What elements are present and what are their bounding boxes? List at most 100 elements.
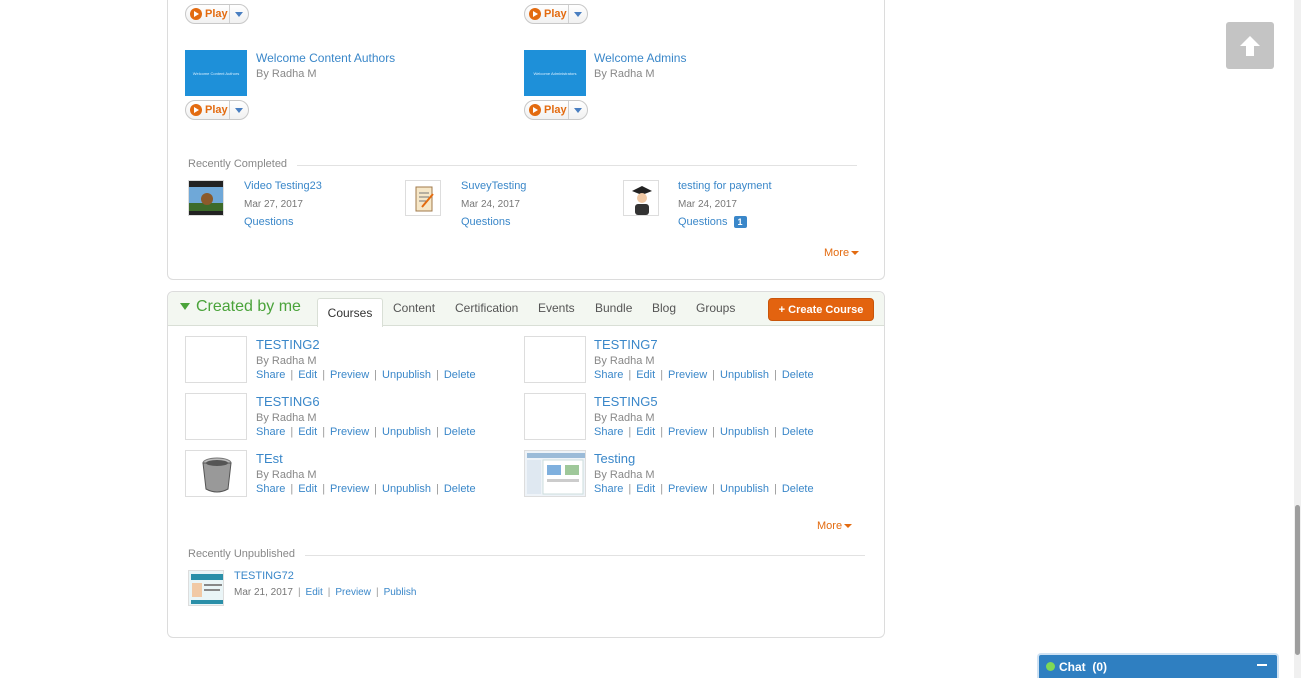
course-thumbnail[interactable] [185,336,247,383]
scrollbar-thumb[interactable] [1295,505,1300,655]
created-by-me-title[interactable]: Created by me [196,298,301,316]
separator: | [297,587,301,598]
unpublish-link[interactable]: Unpublish [382,483,431,495]
play-options-dropdown[interactable] [569,11,587,17]
unpublish-link[interactable]: Unpublish [720,483,769,495]
share-link[interactable]: Share [256,426,285,438]
content-title-link[interactable]: Welcome Admins [594,51,686,65]
course-title-link[interactable]: TESTING7 [594,337,658,352]
edit-link[interactable]: Edit [298,426,317,438]
unpublish-link[interactable]: Unpublish [720,426,769,438]
course-thumbnail[interactable] [524,393,586,440]
tab-events[interactable]: Events [538,301,575,315]
tab-groups[interactable]: Groups [696,301,735,315]
share-link[interactable]: Share [256,369,285,381]
course-actions: Share | Edit | Preview | Unpublish | Delete [594,426,814,438]
separator: | [628,426,632,438]
play-main-button[interactable]: Play [525,101,569,119]
unpublish-link[interactable]: Unpublish [382,369,431,381]
delete-link[interactable]: Delete [782,483,814,495]
create-course-button[interactable]: + Create Course [768,298,874,321]
course-title-link[interactable]: Testing [594,451,635,466]
share-link[interactable]: Share [256,483,285,495]
questions-link[interactable]: Questions [461,216,511,228]
preview-link[interactable]: Preview [668,426,707,438]
separator: | [322,426,326,438]
edit-link[interactable]: Edit [298,483,317,495]
edit-link[interactable]: Edit [306,587,323,598]
preview-link[interactable]: Preview [330,369,369,381]
tab-certification[interactable]: Certification [455,301,518,315]
tab-bundle[interactable]: Bundle [595,301,632,315]
delete-link[interactable]: Delete [444,369,476,381]
course-title-link[interactable]: TESTING6 [256,394,320,409]
course-thumbnail[interactable] [524,336,586,383]
questions-link[interactable]: Questions 1 [678,216,747,228]
share-link[interactable]: Share [594,369,623,381]
unpublish-link[interactable]: Unpublish [382,426,431,438]
unpublished-thumbnail[interactable] [188,570,224,606]
more-link[interactable]: More [817,520,853,532]
more-link[interactable]: More [824,247,860,259]
questions-link[interactable]: Questions [244,216,294,228]
separator: | [660,483,664,495]
play-main-button[interactable]: Play [186,5,230,23]
collapse-toggle-icon[interactable] [180,303,190,310]
course-title-link[interactable]: TESTING2 [256,337,320,352]
preview-link[interactable]: Preview [330,483,369,495]
survey-clipboard-icon [406,181,440,215]
preview-link[interactable]: Preview [668,483,707,495]
content-title-link[interactable]: Welcome Content Authors [256,51,395,65]
video-thumbnail[interactable] [188,180,224,216]
course-thumbnail[interactable] [185,393,247,440]
completed-item-title[interactable]: SuveyTesting [461,180,526,192]
edit-link[interactable]: Edit [636,426,655,438]
scroll-to-top-button[interactable] [1226,22,1274,69]
play-main-button[interactable]: Play [186,101,230,119]
content-thumbnail[interactable]: Welcome Administrators [524,50,586,96]
tab-courses[interactable]: Courses [317,298,383,327]
play-button[interactable]: Play [524,100,588,120]
separator: | [374,483,378,495]
edit-link[interactable]: Edit [636,483,655,495]
delete-link[interactable]: Delete [782,369,814,381]
separator: | [773,426,777,438]
play-button[interactable]: Play [185,100,249,120]
separator: | [375,587,379,598]
play-options-dropdown[interactable] [230,11,248,17]
content-thumbnail[interactable]: Welcome Content Authors [185,50,247,96]
unpublish-link[interactable]: Unpublish [720,369,769,381]
preview-link[interactable]: Preview [330,426,369,438]
chat-bar[interactable]: Chat (0) [1037,653,1279,678]
publish-link[interactable]: Publish [384,587,417,598]
completed-item-title[interactable]: testing for payment [678,180,772,192]
completed-item-title[interactable]: Video Testing23 [244,180,322,192]
course-thumbnail[interactable] [185,450,247,497]
course-thumbnail[interactable] [524,450,586,497]
delete-link[interactable]: Delete [444,483,476,495]
edit-link[interactable]: Edit [636,369,655,381]
survey-thumbnail[interactable] [405,180,441,216]
delete-link[interactable]: Delete [444,426,476,438]
tab-content[interactable]: Content [393,301,435,315]
delete-link[interactable]: Delete [782,426,814,438]
preview-link[interactable]: Preview [335,587,371,598]
course-title-link[interactable]: TEst [256,451,283,466]
play-button[interactable]: Play [185,4,249,24]
course-thumbnail[interactable] [623,180,659,216]
play-options-dropdown[interactable] [569,107,587,113]
play-options-dropdown[interactable] [230,107,248,113]
separator: | [660,369,664,381]
play-button[interactable]: Play [524,4,588,24]
share-link[interactable]: Share [594,426,623,438]
course-title-link[interactable]: TESTING5 [594,394,658,409]
share-link[interactable]: Share [594,483,623,495]
edit-link[interactable]: Edit [298,369,317,381]
preview-link[interactable]: Preview [668,369,707,381]
more-label: More [824,247,850,259]
learning-panel [167,0,885,280]
tab-blog[interactable]: Blog [652,301,676,315]
play-main-button[interactable]: Play [525,5,569,23]
minimize-icon[interactable] [1257,664,1267,666]
unpublished-item-title[interactable]: TESTING72 [234,570,294,582]
